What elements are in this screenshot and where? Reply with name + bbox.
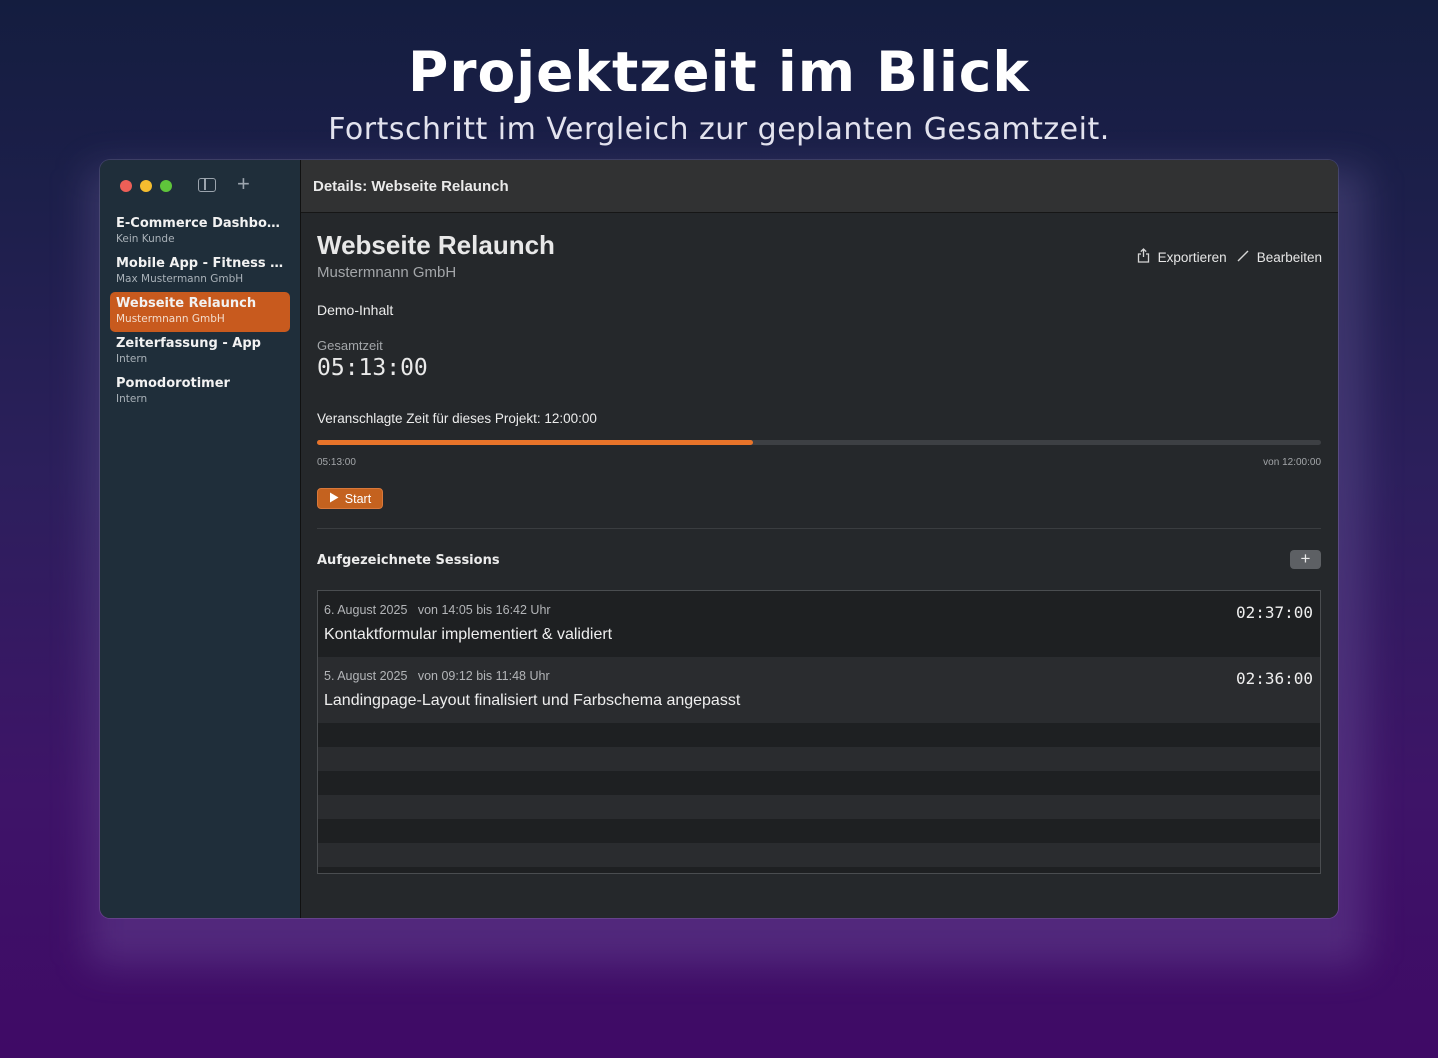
empty-row xyxy=(318,843,1320,867)
project-client: Kein Kunde xyxy=(116,233,175,245)
divider xyxy=(317,528,1321,529)
session-meta: 5. August 2025 von 09:12 bis 11:48 Uhr xyxy=(324,669,550,683)
project-name: E-Commerce Dashboard xyxy=(116,216,284,231)
empty-row xyxy=(318,723,1320,747)
edit-button[interactable]: Bearbeiten xyxy=(1257,250,1322,265)
session-description: Landingpage-Layout finalisiert und Farbs… xyxy=(324,692,741,709)
session-duration: 02:36:00 xyxy=(1235,669,1313,688)
sessions-heading: Aufgezeichnete Sessions xyxy=(317,553,500,568)
project-name: Webseite Relaunch xyxy=(116,296,257,311)
progress-track xyxy=(317,440,1321,445)
empty-row xyxy=(318,747,1320,771)
project-client: Intern xyxy=(116,393,148,405)
session-row[interactable]: 6. August 2025 von 14:05 bis 16:42 Uhr K… xyxy=(318,591,1320,657)
sidebar-toggle-icon[interactable] xyxy=(198,178,216,192)
session-description: Kontaktformular implementiert & validier… xyxy=(324,626,613,643)
start-timer-button[interactable]: Start xyxy=(317,488,383,509)
export-button[interactable]: Exportieren xyxy=(1158,250,1227,265)
sidebar: + E-Commerce Dashboard Kein Kunde Mobile… xyxy=(100,160,301,918)
sidebar-item-project[interactable]: Mobile App - Fitness Tr... Max Musterman… xyxy=(110,252,290,292)
budget-text: Veranschlagte Zeit für dieses Projekt: 1… xyxy=(317,411,597,426)
project-name: Pomodorotimer xyxy=(116,376,230,391)
project-name: Mobile App - Fitness Tr... xyxy=(116,256,284,271)
project-name: Zeiterfassung - App xyxy=(116,336,261,351)
project-client: Mustermnann GmbH xyxy=(116,313,225,325)
sessions-table: 6. August 2025 von 14:05 bis 16:42 Uhr K… xyxy=(317,590,1321,874)
hero-subtitle: Fortschritt im Vergleich zur geplanten G… xyxy=(328,112,1110,147)
add-session-button[interactable]: + xyxy=(1290,550,1321,569)
session-meta: 6. August 2025 von 14:05 bis 16:42 Uhr xyxy=(324,603,551,617)
sidebar-item-project[interactable]: Zeiterfassung - App Intern xyxy=(110,332,290,372)
project-note: Demo-Inhalt xyxy=(317,302,394,318)
detail-pane: Details: Webseite Relaunch Webseite Rela… xyxy=(301,160,1338,918)
session-time: von 09:12 bis 11:48 Uhr xyxy=(417,669,550,683)
session-row[interactable]: 5. August 2025 von 09:12 bis 11:48 Uhr L… xyxy=(318,657,1320,723)
zoom-window-button[interactable] xyxy=(160,180,172,192)
total-time-label: Gesamtzeit xyxy=(317,338,383,353)
empty-row xyxy=(318,795,1320,819)
app-window: + E-Commerce Dashboard Kein Kunde Mobile… xyxy=(100,160,1338,918)
window-title: Details: Webseite Relaunch xyxy=(313,178,509,195)
pencil-icon xyxy=(1237,249,1249,265)
empty-row xyxy=(318,819,1320,843)
sidebar-item-project-selected[interactable]: Webseite Relaunch Mustermnann GmbH xyxy=(110,292,290,332)
titlebar: Details: Webseite Relaunch xyxy=(301,160,1338,213)
project-list: E-Commerce Dashboard Kein Kunde Mobile A… xyxy=(110,212,290,412)
close-window-button[interactable] xyxy=(120,180,132,192)
share-icon xyxy=(1137,248,1150,266)
progress-total: von 12:00:00 xyxy=(1263,457,1321,468)
progress-fill xyxy=(317,440,754,445)
session-date: 6. August 2025 xyxy=(324,603,408,617)
project-client-name: Mustermnann GmbH xyxy=(317,264,457,281)
sidebar-item-project[interactable]: E-Commerce Dashboard Kein Kunde xyxy=(110,212,290,252)
total-time-value: 05:13:00 xyxy=(317,355,428,381)
project-title: Webseite Relaunch xyxy=(317,230,555,260)
project-client: Max Mustermann GmbH xyxy=(116,273,244,285)
empty-row xyxy=(318,771,1320,795)
minimize-window-button[interactable] xyxy=(140,180,152,192)
play-icon xyxy=(329,492,339,506)
sidebar-item-project[interactable]: Pomodorotimer Intern xyxy=(110,372,290,412)
add-project-icon[interactable]: + xyxy=(237,173,250,195)
start-label: Start xyxy=(344,491,372,506)
project-client: Intern xyxy=(116,353,148,365)
progress-current: 05:13:00 xyxy=(317,457,356,468)
session-time: von 14:05 bis 16:42 Uhr xyxy=(417,603,551,617)
hero-title: Projektzeit im Blick xyxy=(408,40,1030,104)
detail-actions: Exportieren Bearbeiten xyxy=(1137,248,1322,266)
session-duration: 02:37:00 xyxy=(1235,603,1313,622)
session-date: 5. August 2025 xyxy=(324,669,408,683)
